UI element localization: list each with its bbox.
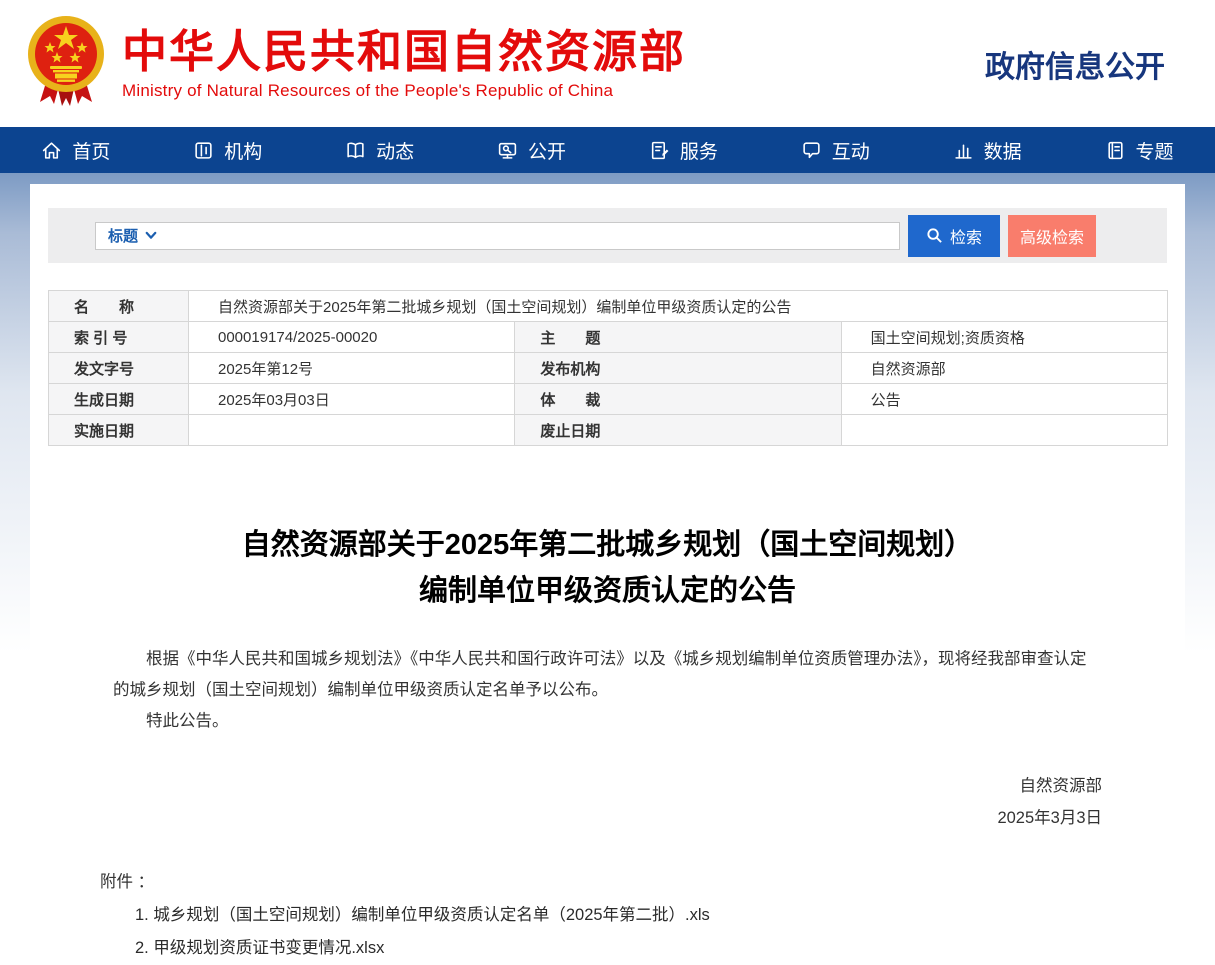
- org-icon: [193, 140, 214, 161]
- nav-item-disclosure[interactable]: 公开: [456, 127, 608, 173]
- nav-label: 互动: [832, 137, 870, 164]
- nav-item-topics[interactable]: 专题: [1063, 127, 1215, 173]
- meta-effective-value: [189, 415, 515, 446]
- advanced-search-label: 高级检索: [1020, 224, 1084, 248]
- meta-gendate-value: 2025年03月03日: [189, 384, 515, 415]
- gov-info-disclosure-link[interactable]: 政府信息公开: [985, 42, 1165, 86]
- attachments-section: 附件 ： 1. 城乡规划（国土空间规划）编制单位甲级资质认定名单（2025年第二…: [95, 866, 1120, 965]
- nav-item-news[interactable]: 动态: [304, 127, 456, 173]
- article-paragraph: 根据《中华人民共和国城乡规划法》《中华人民共和国行政许可法》以及《城乡规划编制单…: [113, 644, 1102, 706]
- meta-issuer-label: 发布机构: [515, 353, 841, 384]
- topics-icon: [1105, 140, 1126, 161]
- meta-docnum-value: 2025年第12号: [189, 353, 515, 384]
- table-row: 索 引 号 000019174/2025-00020 主 题 国土空间规划;资质…: [49, 322, 1168, 353]
- search-input[interactable]: 标题: [95, 222, 900, 250]
- nav-item-services[interactable]: 服务: [608, 127, 760, 173]
- table-row: 实施日期 废止日期: [49, 415, 1168, 446]
- nav-label: 首页: [72, 137, 110, 164]
- meta-index-value: 000019174/2025-00020: [189, 322, 515, 353]
- article: 自然资源部关于2025年第二批城乡规划（国土空间规划）编制单位甲级资质认定的公告…: [48, 522, 1167, 965]
- meta-gendate-label: 生成日期: [49, 384, 189, 415]
- page-title: 自然资源部关于2025年第二批城乡规划（国土空间规划）编制单位甲级资质认定的公告: [238, 522, 978, 614]
- nav-label: 机构: [224, 137, 262, 164]
- site-title: 中华人民共和国自然资源部: [122, 26, 686, 78]
- nav-label: 数据: [984, 137, 1022, 164]
- advanced-search-button[interactable]: 高级检索: [1008, 215, 1096, 257]
- page-background: 标题 检索 高级检索 名 称 自然资源部关于2025年第二批城乡规划（国土空间规…: [0, 173, 1215, 946]
- meta-repeal-value: [841, 415, 1167, 446]
- nav-label: 动态: [376, 137, 414, 164]
- meta-docnum-label: 发文字号: [49, 353, 189, 384]
- attachments-label: 附件 ：: [100, 866, 1120, 899]
- signer: 自然资源部: [95, 770, 1102, 802]
- table-row: 发文字号 2025年第12号 发布机构 自然资源部: [49, 353, 1168, 384]
- chevron-down-icon: [145, 231, 157, 240]
- document-meta-table: 名 称 自然资源部关于2025年第二批城乡规划（国土空间规划）编制单位甲级资质认…: [48, 290, 1168, 446]
- attachment-link-1[interactable]: 1. 城乡规划（国土空间规划）编制单位甲级资质认定名单（2025年第二批）.xl…: [100, 899, 1120, 932]
- meta-subject-label: 主 题: [515, 322, 841, 353]
- meta-genre-label: 体 裁: [515, 384, 841, 415]
- article-paragraph: 特此公告。: [113, 706, 1102, 737]
- signature-block: 自然资源部 2025年3月3日: [95, 770, 1120, 834]
- national-emblem-logo[interactable]: [26, 14, 106, 114]
- home-icon: [41, 140, 62, 161]
- search-button[interactable]: 检索: [908, 215, 1000, 257]
- interact-icon: [801, 140, 822, 161]
- news-icon: [345, 140, 366, 161]
- main-nav: 首页 机构 动态 公开 服务 互动 数据 专题: [0, 127, 1215, 173]
- table-row: 生成日期 2025年03月03日 体 裁 公告: [49, 384, 1168, 415]
- meta-issuer-value: 自然资源部: [841, 353, 1167, 384]
- nav-label: 服务: [680, 137, 718, 164]
- site-subtitle: Ministry of Natural Resources of the Peo…: [122, 81, 686, 101]
- table-row: 名 称 自然资源部关于2025年第二批城乡规划（国土空间规划）编制单位甲级资质认…: [49, 291, 1168, 322]
- search-field-label: 标题: [108, 225, 138, 246]
- content-panel: 标题 检索 高级检索 名 称 自然资源部关于2025年第二批城乡规划（国土空间规…: [30, 184, 1185, 946]
- signature-date: 2025年3月3日: [95, 802, 1102, 834]
- disclosure-icon: [497, 140, 518, 161]
- meta-repeal-label: 废止日期: [515, 415, 841, 446]
- article-body: 根据《中华人民共和国城乡规划法》《中华人民共和国行政许可法》以及《城乡规划编制单…: [95, 644, 1120, 737]
- nav-label: 公开: [528, 137, 566, 164]
- nav-item-interaction[interactable]: 互动: [759, 127, 911, 173]
- attachment-link-2[interactable]: 2. 甲级规划资质证书变更情况.xlsx: [100, 932, 1120, 965]
- search-button-label: 检索: [950, 224, 982, 248]
- data-icon: [953, 140, 974, 161]
- service-icon: [649, 140, 670, 161]
- meta-name-label: 名 称: [49, 291, 189, 322]
- meta-subject-value: 国土空间规划;资质资格: [841, 322, 1167, 353]
- nav-item-organization[interactable]: 机构: [152, 127, 304, 173]
- search-field-selector[interactable]: 标题: [108, 225, 157, 246]
- nav-label: 专题: [1136, 137, 1174, 164]
- search-icon: [926, 227, 943, 244]
- nav-item-home[interactable]: 首页: [0, 127, 152, 173]
- nav-item-data[interactable]: 数据: [911, 127, 1063, 173]
- meta-effective-label: 实施日期: [49, 415, 189, 446]
- meta-index-label: 索 引 号: [49, 322, 189, 353]
- meta-genre-value: 公告: [841, 384, 1167, 415]
- meta-name-value: 自然资源部关于2025年第二批城乡规划（国土空间规划）编制单位甲级资质认定的公告: [189, 291, 1168, 322]
- site-header: 中华人民共和国自然资源部 Ministry of Natural Resourc…: [0, 0, 1215, 127]
- search-bar: 标题 检索 高级检索: [48, 208, 1167, 263]
